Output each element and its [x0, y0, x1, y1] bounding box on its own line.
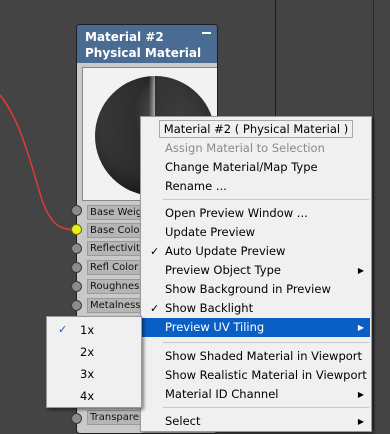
context-menu: Material #2 ( Physical Material ) Assign…: [140, 116, 372, 432]
checkmark-icon: ✓: [150, 245, 160, 258]
menu-item-open-preview[interactable]: Open Preview Window ...: [142, 204, 370, 223]
submenu-arrow-icon: ▶: [357, 323, 364, 332]
submenu-item-2x[interactable]: 2x: [48, 342, 140, 362]
submenu-arrow-icon: ▶: [357, 417, 364, 426]
socket-refl-color-map[interactable]: [71, 262, 82, 273]
menu-item-show-background[interactable]: Show Background in Preview: [142, 280, 370, 299]
socket-metalness-map[interactable]: [71, 300, 82, 311]
submenu-item-3x[interactable]: 3x: [48, 364, 140, 384]
menu-item-rename[interactable]: Rename ...: [142, 177, 370, 196]
menu-separator: [163, 342, 369, 343]
menu-item-material-id-channel[interactable]: Material ID Channel ▶: [142, 385, 370, 404]
socket-base-color[interactable]: [71, 224, 82, 235]
menu-item-change-type[interactable]: Change Material/Map Type: [142, 158, 370, 177]
menu-item-show-realistic[interactable]: Show Realistic Material in Viewport: [142, 366, 370, 385]
menu-item-preview-object-type[interactable]: Preview Object Type ▶: [142, 261, 370, 280]
menu-item-show-shaded[interactable]: Show Shaded Material in Viewport: [142, 347, 370, 366]
uv-tiling-submenu: ✓ 1x 2x 3x 4x: [46, 316, 142, 408]
checkmark-icon: ✓: [150, 302, 160, 315]
menu-item-show-backlight[interactable]: ✓ Show Backlight: [142, 299, 370, 318]
menu-item-assign-material[interactable]: Assign Material to Selection: [142, 139, 370, 158]
socket-base-weight[interactable]: [71, 205, 82, 216]
socket-reflectivity[interactable]: [71, 243, 82, 254]
node-title: Material #2: [85, 30, 164, 44]
menu-item-preview-uv-tiling[interactable]: Preview UV Tiling ▶: [142, 318, 370, 337]
submenu-item-1x[interactable]: ✓ 1x: [48, 320, 140, 340]
menu-item-auto-update[interactable]: ✓ Auto Update Preview: [142, 242, 370, 261]
menu-separator: [163, 199, 369, 200]
menu-title: Material #2 ( Physical Material ): [142, 120, 370, 139]
checkmark-icon: ✓: [58, 323, 68, 336]
socket-roughness[interactable]: [71, 281, 82, 292]
submenu-arrow-icon: ▶: [357, 390, 364, 399]
menu-separator: [163, 407, 369, 408]
node-subtitle: Physical Material: [85, 46, 202, 60]
socket-transparency[interactable]: [71, 413, 82, 424]
submenu-item-4x[interactable]: 4x: [48, 386, 140, 406]
node-header[interactable]: Material #2 Physical Material: [77, 25, 217, 63]
collapse-icon[interactable]: [202, 32, 211, 34]
menu-item-select[interactable]: Select ▶: [142, 412, 370, 431]
viewport-divider: [373, 0, 374, 430]
menu-item-update-preview[interactable]: Update Preview: [142, 223, 370, 242]
submenu-arrow-icon: ▶: [357, 266, 364, 275]
